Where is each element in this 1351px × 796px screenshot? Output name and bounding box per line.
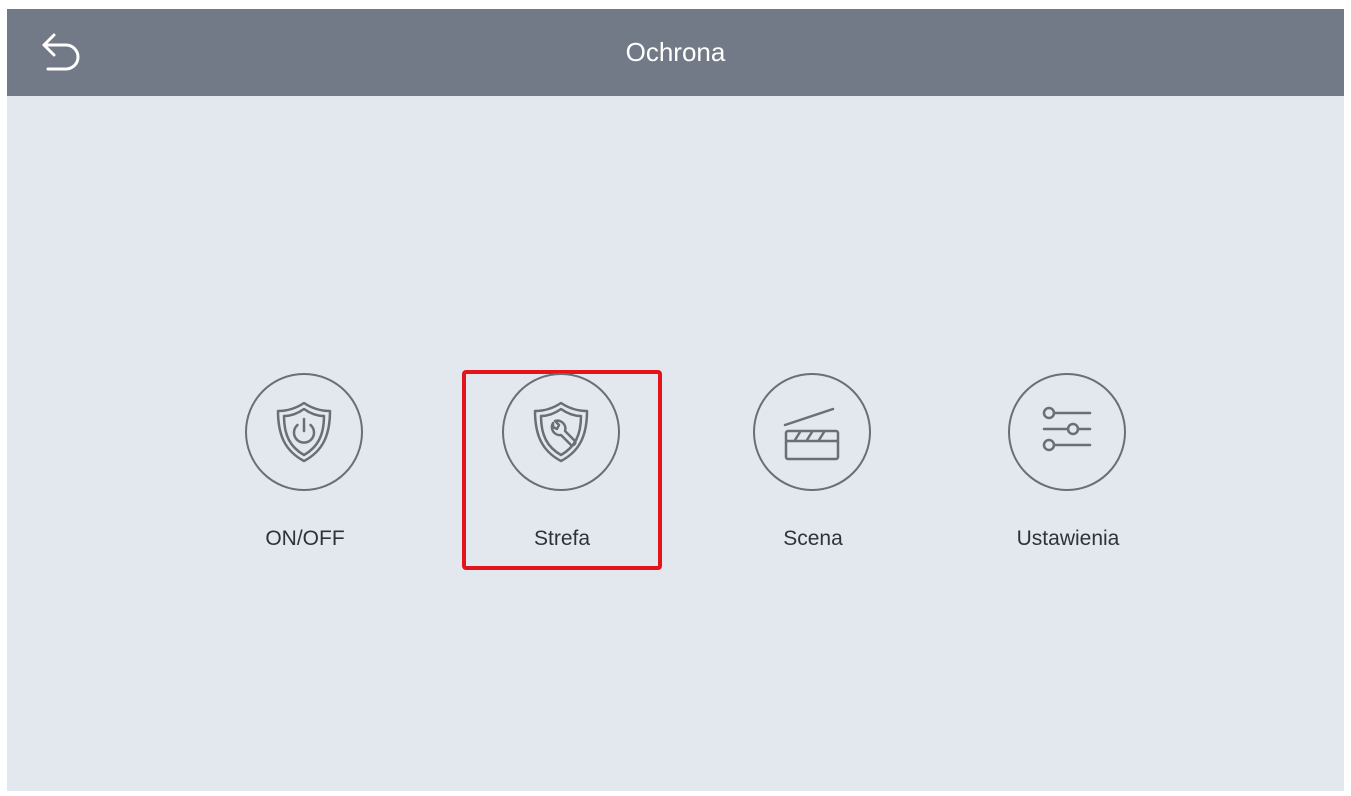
menu-item-scena[interactable]: Scena (713, 370, 913, 570)
page-title: Ochrona (625, 37, 726, 67)
menu-item-ustawienia[interactable]: Ustawienia (968, 370, 1168, 570)
menu-icon-circle (1008, 373, 1126, 491)
protection-screen: Ochrona ON/OFF Strefa Scena Ustawienia (7, 9, 1344, 791)
menu-item-label: Ustawienia (1016, 527, 1120, 550)
back-arrow-icon (42, 33, 80, 71)
menu-item-label: Strefa (533, 527, 591, 550)
header-bar: Ochrona (7, 9, 1344, 96)
menu-item-strefa[interactable]: Strefa (462, 370, 662, 570)
shield-wrench-icon (533, 401, 589, 463)
shield-power-icon (276, 401, 332, 463)
clapperboard-icon (783, 407, 840, 461)
menu-item-label: Scena (783, 527, 843, 550)
menu-icon-circle (502, 373, 620, 491)
sliders-icon (1042, 406, 1092, 452)
back-button[interactable] (32, 23, 90, 81)
menu-item-label: ON/OFF (265, 527, 345, 550)
menu-icon-circle (245, 373, 363, 491)
menu-icon-circle (753, 373, 871, 491)
menu-item-on-off[interactable]: ON/OFF (205, 370, 405, 570)
